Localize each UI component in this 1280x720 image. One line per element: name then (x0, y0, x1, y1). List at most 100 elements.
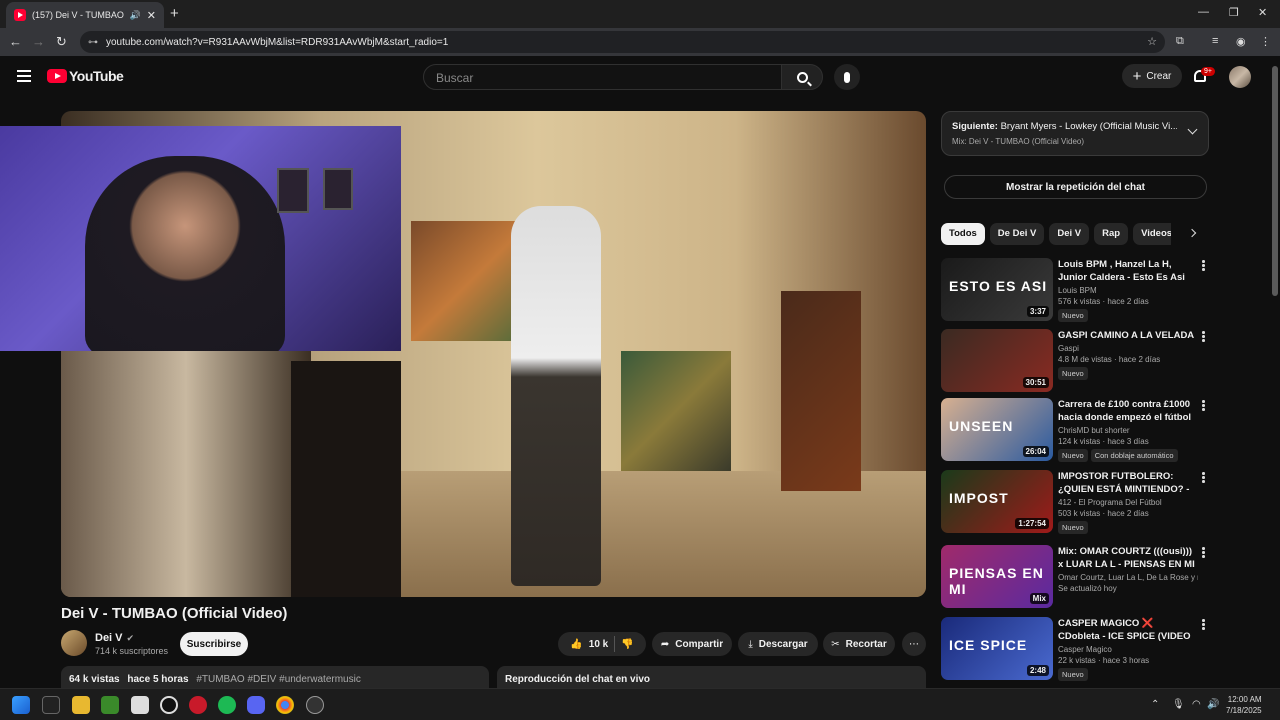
video-thumbnail[interactable]: ESTO ES ASI 3:37 (941, 258, 1053, 321)
minimize-icon[interactable]: — (1198, 6, 1209, 18)
video-thumbnail[interactable]: IMPOST 1:27:54 (941, 470, 1053, 533)
description-box[interactable]: 64 k vistas hace 5 horas #TUMBAO #DEIV #… (61, 666, 489, 688)
channel-name[interactable]: 412 - El Programa Del Fútbol (1058, 498, 1198, 507)
chevron-right-icon[interactable] (1187, 228, 1197, 238)
recommendation-item[interactable]: ICE SPICE 2:48 CASPER MAGICO ❌ CDobleta - … (941, 617, 1209, 681)
epic-games-icon[interactable] (42, 696, 60, 714)
file-explorer-icon[interactable] (72, 696, 90, 714)
hashtags[interactable]: #TUMBAO #DEIV #underwatermusic (196, 674, 361, 685)
channel-name[interactable]: Casper Magico (1058, 645, 1198, 654)
more-options-icon[interactable] (1202, 619, 1205, 630)
page-scrollbar[interactable] (1270, 56, 1280, 688)
more-options-icon[interactable] (1202, 260, 1205, 271)
video-thumbnail[interactable]: ICE SPICE 2:48 (941, 617, 1053, 680)
duration-badge: 1:27:54 (1015, 518, 1049, 529)
up-next-panel[interactable]: Siguiente: Bryant Myers - Lowkey (Offici… (941, 111, 1209, 156)
spotify-icon[interactable] (218, 696, 236, 714)
media-control-icon[interactable]: ≡ (1212, 35, 1218, 47)
address-bar[interactable]: ⊶ youtube.com/watch?v=R931AAvWbjM&list=R… (80, 31, 1165, 53)
mix-line: Mix: Dei V - TUMBAO (Official Video) (952, 137, 1085, 146)
video-title[interactable]: GASPI CAMINO A LA VELADA (1058, 329, 1198, 342)
store-icon[interactable] (131, 696, 149, 714)
chevron-down-icon[interactable] (1187, 124, 1198, 135)
chip-todos[interactable]: Todos (941, 223, 985, 245)
chip-videos[interactable]: Videos re (1133, 223, 1171, 245)
menu-icon[interactable] (17, 70, 31, 82)
profile-icon[interactable]: ◉ (1236, 35, 1246, 48)
app-icon[interactable] (160, 696, 178, 714)
browser-menu-icon[interactable]: ⋮ (1260, 35, 1271, 48)
search-input[interactable]: Buscar (423, 64, 782, 90)
video-title[interactable]: Louis BPM , Hanzel La H, Junior Caldera … (1058, 258, 1198, 284)
more-actions-button[interactable]: ⋯ (902, 632, 926, 656)
account-avatar[interactable] (1229, 66, 1251, 88)
forward-icon[interactable]: → (32, 34, 45, 49)
video-thumbnail[interactable]: PIENSAS EN MI Mix (941, 545, 1053, 608)
video-title[interactable]: CASPER MAGICO ❌ CDobleta - ICE SPICE (VI… (1058, 617, 1198, 643)
xbox-icon[interactable] (101, 696, 119, 714)
video-thumbnail[interactable]: UNSEEN 26:04 (941, 398, 1053, 461)
like-button[interactable]: 👍 10 k (570, 639, 608, 650)
more-options-icon[interactable] (1202, 400, 1205, 411)
system-clock[interactable]: 12:00 AM 7/18/2025 (1226, 694, 1262, 716)
channel-name[interactable]: Omar Courtz, Luar La L, De La Rose y mu.… (1058, 573, 1198, 582)
subscribe-button[interactable]: Suscribirse (180, 632, 248, 656)
channel-name[interactable]: Louis BPM (1058, 286, 1198, 295)
more-options-icon[interactable] (1202, 331, 1205, 342)
extensions-icon[interactable]: ⧉ (1176, 35, 1184, 48)
reload-icon[interactable]: ↻ (56, 34, 67, 50)
badge-tag: Nuevo (1058, 668, 1088, 681)
microphone-tray-icon[interactable]: 🎙 (1172, 699, 1185, 710)
chip-rap[interactable]: Rap (1094, 223, 1129, 245)
close-window-icon[interactable]: ✕ (1258, 6, 1267, 19)
channel-avatar[interactable] (61, 630, 87, 656)
duration-badge: 26:04 (1022, 446, 1049, 457)
thumbs-down-icon[interactable]: 👎 (621, 639, 633, 650)
more-options-icon[interactable] (1202, 547, 1205, 558)
steam-icon[interactable] (306, 696, 324, 714)
video-thumbnail[interactable]: 30:51 (941, 329, 1053, 392)
webcam-overlay (0, 126, 401, 351)
voice-search-button[interactable] (834, 64, 860, 90)
recommendation-item[interactable]: PIENSAS EN MI Mix Mix: OMAR COURTZ (((ousi… (941, 545, 1209, 609)
tray-overflow-icon[interactable]: ⌃ (1151, 699, 1159, 710)
windows-taskbar: ⌃ 🎙 ◠ 🔊 12:00 AM 7/18/2025 (0, 688, 1280, 720)
thumbnail-text: UNSEEN (949, 418, 1014, 434)
recommendation-item[interactable]: UNSEEN 26:04 Carrera de £100 contra £1000 … (941, 398, 1209, 462)
create-button[interactable]: + Crear (1122, 64, 1182, 88)
wifi-icon[interactable]: ◠ (1192, 699, 1201, 710)
windows-start-icon[interactable] (12, 696, 30, 714)
opera-icon[interactable] (189, 696, 207, 714)
discord-icon[interactable] (247, 696, 265, 714)
scrollbar-thumb[interactable] (1272, 66, 1278, 296)
recommendation-item[interactable]: IMPOST 1:27:54 IMPOSTOR FUTBOLERO: ¿QUIEN … (941, 470, 1209, 534)
video-title[interactable]: IMPOSTOR FUTBOLERO: ¿QUIEN ESTÁ MINTIEND… (1058, 470, 1198, 496)
video-title[interactable]: Carrera de £100 contra £1000 hacia donde… (1058, 398, 1198, 424)
volume-icon[interactable]: 🔊 (1207, 699, 1219, 710)
chip-de-dei-v[interactable]: De Dei V (989, 223, 1045, 245)
channel-name[interactable]: Gaspi (1058, 344, 1198, 353)
youtube-logo[interactable]: YouTube (47, 68, 124, 84)
back-icon[interactable]: ← (9, 34, 22, 49)
clip-button[interactable]: ✂ Recortar (823, 632, 895, 656)
restore-icon[interactable]: ❐ (1229, 6, 1239, 19)
download-icon: ⤓ (748, 638, 753, 650)
speaker-icon[interactable]: 🔊 (130, 10, 141, 21)
recommendation-item[interactable]: ESTO ES ASI 3:37 Louis BPM , Hanzel La H, … (941, 258, 1209, 322)
chip-dei-v[interactable]: Dei V (1049, 223, 1090, 245)
browser-tab[interactable]: (157) Dei V - TUMBAO (Offic 🔊 ✕ (6, 2, 164, 28)
new-tab-button[interactable]: + (170, 5, 179, 22)
more-options-icon[interactable] (1202, 472, 1205, 483)
share-button[interactable]: ➦ Compartir (652, 632, 732, 656)
bookmark-star-icon[interactable]: ☆ (1147, 35, 1157, 48)
site-info-icon[interactable]: ⊶ (88, 37, 98, 48)
search-button[interactable] (781, 64, 823, 90)
show-chat-replay-button[interactable]: Mostrar la repetición del chat (944, 175, 1207, 199)
chrome-icon[interactable] (276, 696, 294, 714)
video-title[interactable]: Mix: OMAR COURTZ (((ousi))) x LUAR LA L … (1058, 545, 1198, 571)
channel-name[interactable]: ChrisMD but shorter (1058, 426, 1198, 435)
close-tab-icon[interactable]: ✕ (147, 9, 156, 22)
recommendation-item[interactable]: 30:51 GASPI CAMINO A LA VELADA Gaspi 4.8 M … (941, 329, 1209, 393)
channel-name[interactable]: Dei V ✔ (95, 632, 134, 644)
download-button[interactable]: ⤓ Descargar (738, 632, 818, 656)
